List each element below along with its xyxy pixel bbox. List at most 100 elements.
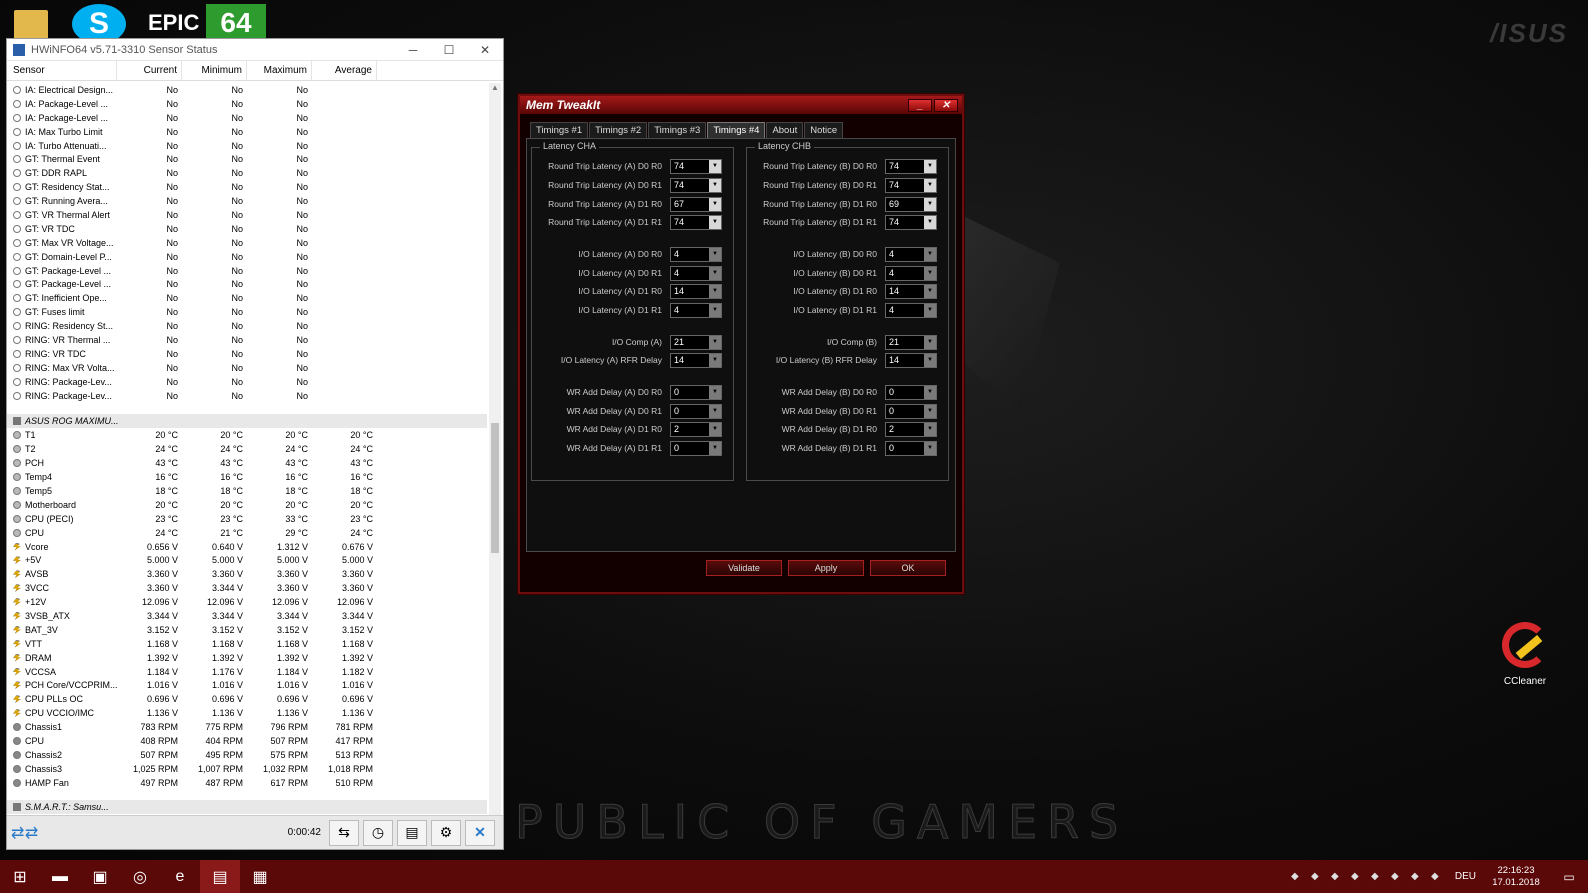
epic-desktop-icon[interactable]: EPIC xyxy=(148,4,199,40)
sensor-row[interactable]: Temp5 18 °C 18 °C 18 °C 18 °C xyxy=(7,484,487,498)
latency-select[interactable]: 4 ▼ xyxy=(885,246,937,262)
latency-select[interactable]: 21 ▼ xyxy=(670,334,722,350)
sensor-row[interactable]: VTT 1.168 V 1.168 V 1.168 V 1.168 V xyxy=(7,637,487,651)
chevron-down-icon[interactable]: ▼ xyxy=(709,247,721,261)
sensor-row[interactable]: GT: Package-Level ... No No No xyxy=(7,277,487,291)
sensor-row[interactable]: IA: Package-Level ... No No No xyxy=(7,111,487,125)
latency-select[interactable]: 0 ▼ xyxy=(670,403,722,419)
chevron-down-icon[interactable]: ▼ xyxy=(709,215,721,229)
latency-select[interactable]: 0 ▼ xyxy=(670,384,722,400)
sensor-scrollbar[interactable]: ▲ ▼ xyxy=(489,83,501,823)
latency-select[interactable]: 4 ▼ xyxy=(670,246,722,262)
latency-select[interactable]: 14 ▼ xyxy=(670,352,722,368)
chevron-down-icon[interactable]: ▼ xyxy=(924,247,936,261)
scrollbar-thumb[interactable] xyxy=(491,423,499,553)
wifi-tray-icon[interactable]: ◆ xyxy=(1405,871,1425,882)
sensor-row[interactable]: PCH 43 °C 43 °C 43 °C 43 °C xyxy=(7,456,487,470)
sensor-row[interactable]: CPU 408 RPM 404 RPM 507 RPM 417 RPM xyxy=(7,734,487,748)
chevron-down-icon[interactable]: ▼ xyxy=(924,159,936,173)
sensor-row[interactable]: GT: VR TDC No No No xyxy=(7,222,487,236)
usb-tray-icon[interactable]: ◆ xyxy=(1365,871,1385,882)
column-average[interactable]: Average xyxy=(312,61,377,80)
sensor-row[interactable]: +12V 12.096 V 12.096 V 12.096 V 12.096 V xyxy=(7,595,487,609)
validate-button[interactable]: Validate xyxy=(706,560,782,576)
nav-arrows-icon[interactable]: ⇄ ⇄ xyxy=(11,823,38,843)
taskbar-clock[interactable]: 22:16:23 17.01.2018 xyxy=(1486,865,1546,889)
latency-select[interactable]: 74 ▼ xyxy=(885,177,937,193)
close-sensors-button[interactable]: ✕ xyxy=(465,819,495,846)
sensor-row[interactable]: RING: Residency St... No No No xyxy=(7,319,487,333)
chevron-down-icon[interactable]: ▼ xyxy=(924,441,936,455)
sensor-row[interactable]: CPU VCCIO/IMC 1.136 V 1.136 V 1.136 V 1.136 … xyxy=(7,706,487,720)
sensor-row[interactable]: T2 24 °C 24 °C 24 °C 24 °C xyxy=(7,442,487,456)
latency-select[interactable]: 4 ▼ xyxy=(670,265,722,281)
sensor-row[interactable]: CPU (PECI) 23 °C 23 °C 33 °C 23 °C xyxy=(7,512,487,526)
apply-button[interactable]: Apply xyxy=(788,560,864,576)
close-icon[interactable]: ✕ xyxy=(467,43,503,57)
sensor-row[interactable]: IA: Turbo Attenuati... No No No xyxy=(7,139,487,153)
volume-tray-icon[interactable]: ◆ xyxy=(1425,871,1445,882)
chevron-down-icon[interactable]: ▼ xyxy=(709,197,721,211)
latency-select[interactable]: 0 ▼ xyxy=(885,403,937,419)
ccleaner-desktop-icon[interactable]: CCleaner xyxy=(1496,622,1554,687)
action-center-icon[interactable]: ▭ xyxy=(1556,870,1582,884)
latency-select[interactable]: 14 ▼ xyxy=(885,352,937,368)
latency-select[interactable]: 74 ▼ xyxy=(670,177,722,193)
network-button[interactable]: ⇆ xyxy=(329,819,359,846)
folder-desktop-icon[interactable] xyxy=(14,4,54,40)
chevron-down-icon[interactable]: ▼ xyxy=(709,178,721,192)
sensor-row[interactable]: GT: Max VR Voltage... No No No xyxy=(7,236,487,250)
language-indicator[interactable]: DEU xyxy=(1455,871,1476,882)
latency-select[interactable]: 74 ▼ xyxy=(885,158,937,174)
app-tray-icon[interactable]: ◆ xyxy=(1385,871,1405,882)
maximize-icon[interactable]: ☐ xyxy=(431,43,467,57)
chevron-down-icon[interactable]: ▼ xyxy=(924,284,936,298)
log-button[interactable]: ▤ xyxy=(397,819,427,846)
scroll-up-icon[interactable]: ▲ xyxy=(489,83,501,92)
sensor-row[interactable]: DRAM 1.392 V 1.392 V 1.392 V 1.392 V xyxy=(7,651,487,665)
minimize-icon[interactable]: ─ xyxy=(395,43,431,57)
sensor-row[interactable]: Chassis3 1,025 RPM 1,007 RPM 1,032 RPM 1,018… xyxy=(7,762,487,776)
latency-select[interactable]: 74 ▼ xyxy=(670,158,722,174)
sensor-row[interactable]: BAT_3V 3.152 V 3.152 V 3.152 V 3.152 V xyxy=(7,623,487,637)
store-icon[interactable]: ▣ xyxy=(80,860,120,893)
column-minimum[interactable]: Minimum xyxy=(182,61,247,80)
sensor-row[interactable]: GT: Running Avera... No No No xyxy=(7,194,487,208)
latency-select[interactable]: 14 ▼ xyxy=(885,283,937,299)
network-tray-icon[interactable]: ◆ xyxy=(1325,871,1345,882)
sensor-group-smart[interactable]: S.M.A.R.T.: Samsu... xyxy=(7,799,487,814)
sensor-row[interactable]: GT: VR Thermal Alert No No No xyxy=(7,208,487,222)
sensor-row[interactable]: IA: Package-Level ... No No No xyxy=(7,97,487,111)
chevron-down-icon[interactable]: ▼ xyxy=(709,422,721,436)
clock-button[interactable]: ◷ xyxy=(363,819,393,846)
sensor-row[interactable]: +5V 5.000 V 5.000 V 5.000 V 5.000 V xyxy=(7,554,487,568)
settings-app-icon[interactable]: ◎ xyxy=(120,860,160,893)
sensor-row[interactable]: RING: VR TDC No No No xyxy=(7,347,487,361)
latency-select[interactable]: 4 ▼ xyxy=(885,302,937,318)
tab-timings-4[interactable]: Timings #4 xyxy=(707,122,766,138)
sensor-row[interactable]: Temp4 16 °C 16 °C 16 °C 16 °C xyxy=(7,470,487,484)
latency-select[interactable]: 67 ▼ xyxy=(670,196,722,212)
latency-select[interactable]: 21 ▼ xyxy=(885,334,937,350)
latency-select[interactable]: 69 ▼ xyxy=(885,196,937,212)
latency-select[interactable]: 14 ▼ xyxy=(670,283,722,299)
tab-timings-1[interactable]: Timings #1 xyxy=(530,122,589,138)
sensor-row[interactable]: RING: Package-Lev... No No No xyxy=(7,389,487,403)
column-maximum[interactable]: Maximum xyxy=(247,61,312,80)
sensor-row[interactable]: 3VSB_ATX 3.344 V 3.344 V 3.344 V 3.344 V xyxy=(7,609,487,623)
column-current[interactable]: Current xyxy=(117,61,182,80)
chevron-down-icon[interactable]: ▼ xyxy=(709,404,721,418)
skype-desktop-icon[interactable]: S xyxy=(72,4,126,44)
sensor-row[interactable]: GT: Thermal Event No No No xyxy=(7,152,487,166)
sensor-row[interactable]: Chassis2 507 RPM 495 RPM 575 RPM 513 RPM xyxy=(7,748,487,762)
chevron-down-icon[interactable]: ▼ xyxy=(709,266,721,280)
sensor-row[interactable]: RING: VR Thermal ... No No No xyxy=(7,333,487,347)
file-explorer-icon[interactable]: ▬ xyxy=(40,860,80,893)
chevron-down-icon[interactable]: ▼ xyxy=(924,385,936,399)
sensor-row[interactable]: VCCSA 1.184 V 1.176 V 1.184 V 1.182 V xyxy=(7,665,487,679)
latency-select[interactable]: 2 ▼ xyxy=(670,421,722,437)
aida64-desktop-icon[interactable]: 64 xyxy=(206,4,266,42)
sensor-row[interactable]: GT: DDR RAPL No No No xyxy=(7,166,487,180)
sensor-row[interactable]: Motherboard 20 °C 20 °C 20 °C 20 °C xyxy=(7,498,487,512)
tab-notice[interactable]: Notice xyxy=(804,122,844,138)
